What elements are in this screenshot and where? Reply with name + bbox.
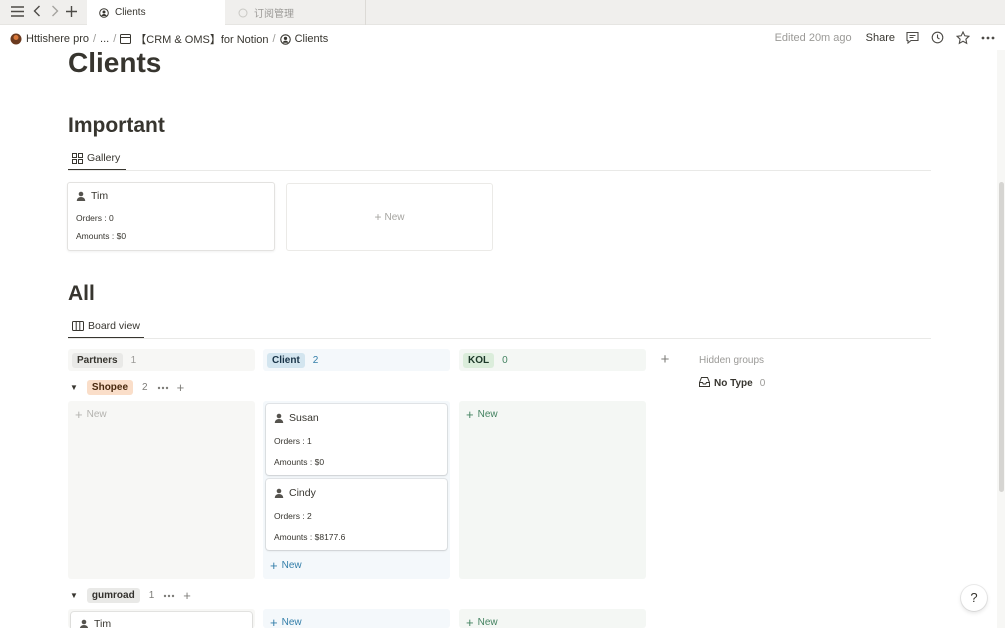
- group-pill: gumroad: [86, 587, 140, 603]
- scrollbar-thumb[interactable]: [999, 182, 1004, 492]
- column-pill: Partners: [72, 352, 123, 368]
- card-title: Susan: [289, 412, 319, 424]
- column-count: 1: [130, 354, 137, 366]
- card-orders: Orders : 2: [274, 511, 312, 521]
- workspace-avatar-icon: [10, 33, 22, 45]
- new-card-button[interactable]: + New: [270, 558, 302, 573]
- card-title: Cindy: [289, 487, 316, 499]
- card-amounts: Amounts : $0: [76, 231, 127, 241]
- card-amounts: Amounts : $0: [274, 457, 325, 467]
- plus-icon: +: [466, 407, 474, 422]
- board-group-gumroad[interactable]: ▼ gumroad 1 +: [70, 586, 191, 604]
- new-card-button[interactable]: + New: [466, 407, 498, 422]
- add-column-plus-icon[interactable]: +: [656, 351, 674, 369]
- lane-shopee-partners: [68, 401, 255, 579]
- view-divider: [68, 170, 931, 171]
- plus-icon: +: [374, 210, 382, 224]
- column-count: 2: [312, 354, 319, 366]
- board-card[interactable]: Susan Orders : 1 Amounts : $0: [266, 404, 447, 475]
- view-label: Gallery: [87, 152, 121, 164]
- collapse-triangle-icon[interactable]: ▼: [70, 383, 78, 392]
- breadcrumb-current[interactable]: Clients: [295, 33, 329, 45]
- share-button[interactable]: Share: [866, 32, 895, 44]
- breadcrumb: Httishere pro / ... / 【CRM & OMS】for Not…: [10, 31, 328, 47]
- hidden-group-no-type[interactable]: No Type 0: [699, 377, 765, 390]
- tab-label: 订阅管理: [254, 9, 294, 20]
- new-card-button[interactable]: + New: [270, 615, 302, 628]
- card-orders: Orders : 1: [274, 436, 312, 446]
- add-item-plus-icon[interactable]: +: [177, 380, 185, 395]
- page-scrollbar[interactable]: [997, 50, 1005, 628]
- favorite-star-icon[interactable]: [955, 30, 970, 45]
- forward-arrow-icon[interactable]: [47, 4, 63, 20]
- group-pill: Shopee: [86, 379, 134, 395]
- board-columns-icon: [72, 321, 84, 331]
- hidden-group-name: No Type: [714, 378, 753, 389]
- board-card[interactable]: Cindy Orders : 2 Amounts : $8177.6: [266, 479, 447, 550]
- board-card[interactable]: Tim: [71, 612, 252, 628]
- card-orders: Orders : 0: [76, 213, 114, 223]
- board-column-kol[interactable]: KOL 0: [459, 349, 646, 371]
- card-title: Tim: [91, 190, 109, 202]
- view-label: Board view: [88, 320, 140, 332]
- more-options-icon[interactable]: [163, 590, 175, 601]
- gallery-card[interactable]: Tim Orders : 0 Amounts : $0: [67, 182, 275, 251]
- breadcrumb-parent[interactable]: 【CRM & OMS】for Notion: [135, 31, 268, 47]
- all-heading: All: [68, 282, 95, 305]
- hidden-groups-label: Hidden groups: [699, 355, 765, 366]
- person-circle-icon: [279, 33, 291, 45]
- new-card-button[interactable]: + New: [466, 615, 498, 628]
- group-count: 1: [148, 589, 155, 601]
- tab-board-view[interactable]: Board view: [68, 315, 144, 337]
- lane-shopee-kol: [459, 401, 646, 579]
- database-icon: [120, 34, 132, 44]
- gallery-new-button[interactable]: + New: [286, 183, 493, 251]
- back-arrow-icon[interactable]: [29, 4, 45, 20]
- group-count: 2: [142, 381, 148, 393]
- person-icon: [76, 191, 86, 201]
- help-button[interactable]: ?: [961, 585, 987, 611]
- column-pill: KOL: [463, 352, 495, 368]
- plus-icon: +: [270, 558, 278, 573]
- comment-icon[interactable]: [905, 30, 920, 45]
- tab-gallery-view[interactable]: Gallery: [68, 147, 124, 169]
- sidebar-menu-icon[interactable]: [9, 4, 25, 20]
- breadcrumb-workspace[interactable]: Httishere pro: [26, 33, 89, 45]
- card-amounts: Amounts : $8177.6: [274, 532, 346, 542]
- column-count: 0: [502, 354, 508, 366]
- gallery-grid-icon: [72, 152, 83, 164]
- edited-timestamp: Edited 20m ago: [774, 31, 852, 44]
- new-tab-plus-icon[interactable]: [63, 4, 79, 20]
- tab-label: Clients: [115, 7, 146, 18]
- board-group-shopee[interactable]: ▼ Shopee 2 +: [70, 378, 184, 396]
- board-column-client[interactable]: Client 2: [263, 349, 450, 371]
- person-icon: [79, 619, 89, 628]
- tab-clients[interactable]: Clients: [87, 0, 225, 25]
- inbox-icon: [699, 377, 710, 390]
- tab-subscriptions[interactable]: 订阅管理: [226, 0, 366, 25]
- hidden-group-count: 0: [759, 378, 766, 389]
- important-heading: Important: [68, 114, 165, 137]
- add-item-plus-icon[interactable]: +: [183, 588, 191, 603]
- more-options-icon[interactable]: [980, 30, 995, 45]
- card-title: Tim: [94, 618, 112, 628]
- more-options-icon[interactable]: [157, 382, 169, 393]
- person-icon: [274, 488, 284, 498]
- plus-icon: +: [466, 615, 474, 628]
- column-pill: Client: [267, 352, 305, 368]
- view-divider: [68, 338, 931, 339]
- board-column-partners[interactable]: Partners 1: [68, 349, 255, 371]
- plus-icon: +: [75, 407, 83, 422]
- breadcrumb-ellipsis[interactable]: ...: [100, 33, 109, 45]
- loading-icon: [238, 8, 248, 18]
- new-card-button[interactable]: + New: [75, 407, 107, 422]
- history-clock-icon[interactable]: [930, 30, 945, 45]
- page-title: Clients: [68, 47, 162, 78]
- collapse-triangle-icon[interactable]: ▼: [70, 591, 78, 600]
- person-circle-icon: [99, 7, 109, 18]
- plus-icon: +: [270, 615, 278, 628]
- tab-bar: Clients 订阅管理: [0, 0, 1005, 25]
- top-actions: Edited 20m ago Share: [775, 30, 995, 45]
- person-icon: [274, 413, 284, 423]
